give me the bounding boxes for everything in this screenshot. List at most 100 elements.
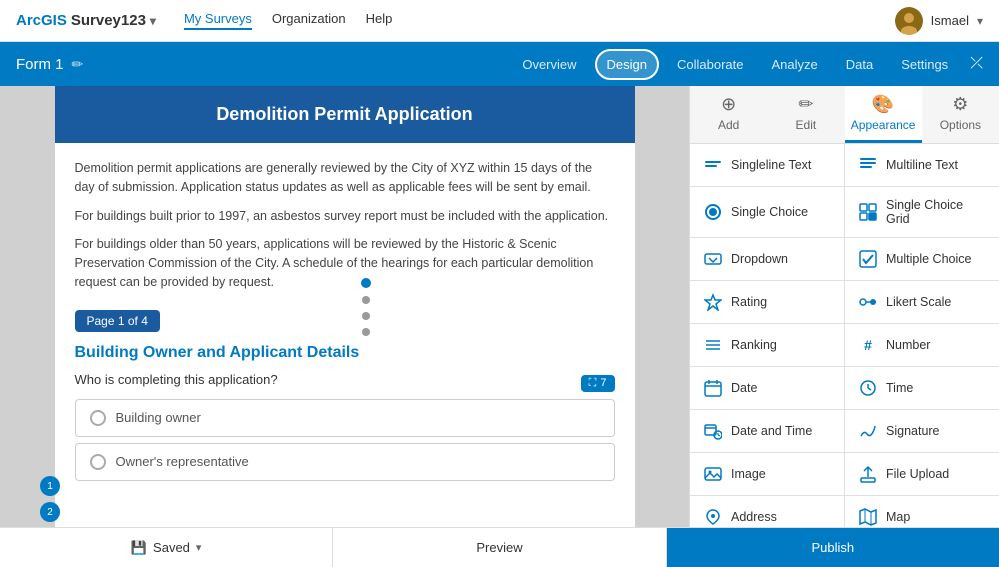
tab-edit[interactable]: ✏ Edit [767,86,844,143]
nav-analyze[interactable]: Analyze [761,51,827,78]
date-and-time-icon [703,421,723,441]
nav-organization[interactable]: Organization [272,11,346,30]
survey-desc-3: For buildings older than 50 years, appli… [75,235,615,291]
survey-desc-2: For buildings built prior to 1997, an as… [75,207,615,226]
tool-address[interactable]: Address [690,496,844,527]
singleline-text-icon [703,155,723,175]
tool-singleline-text[interactable]: Singleline Text [690,144,844,186]
radio-label-1: Building owner [116,410,201,425]
appearance-icon: 🎨 [872,94,894,115]
tool-number[interactable]: # Number [845,324,999,366]
nav-data[interactable]: Data [836,51,883,78]
nav-collaborate[interactable]: Collaborate [667,51,754,78]
main-layout: 1 2 Demolition Permit Application Demoli… [0,86,999,527]
user-name: Ismael [931,13,969,28]
share-icon[interactable]: ⤫ [970,55,983,73]
number-icon: # [858,335,878,355]
tool-date-and-time[interactable]: Date and Time [690,410,844,452]
bottom-bar: 💾 Saved ▾ Preview Publish [0,527,999,567]
tab-appearance[interactable]: 🎨 Appearance [845,86,922,143]
tool-file-upload[interactable]: File Upload [845,453,999,495]
tool-rating-label: Rating [731,295,767,309]
tool-signature[interactable]: Signature [845,410,999,452]
top-navigation: ArcGIS Survey123 ▾ My Surveys Organizati… [0,0,999,42]
radio-option-1[interactable]: Building owner [75,399,615,437]
nav-my-surveys[interactable]: My Surveys [184,11,252,30]
radio-circle-1 [90,410,106,426]
tab-add-label: Add [718,118,739,132]
tab-options-label: Options [940,118,981,132]
address-icon [703,507,723,527]
preview-button[interactable]: Preview [333,528,666,567]
panel-tabs: ⊕ Add ✏ Edit 🎨 Appearance ⚙ Options [690,86,999,144]
tab-edit-label: Edit [796,118,817,132]
tool-single-choice-label: Single Choice [731,205,808,219]
rating-icon [703,292,723,312]
tool-likert-scale-label: Likert Scale [886,295,951,309]
nav-right-section: Ismael ▾ [895,7,983,35]
tool-ranking[interactable]: Ranking [690,324,844,366]
tool-multiline-text[interactable]: Multiline Text [845,144,999,186]
tool-time[interactable]: Time [845,367,999,409]
question-badge: ⛶ 7 [581,375,615,392]
file-upload-icon [858,464,878,484]
multiple-choice-icon [858,249,878,269]
user-dropdown-icon[interactable]: ▾ [977,14,983,28]
nav-overview[interactable]: Overview [512,51,586,78]
tool-date-and-time-label: Date and Time [731,424,812,438]
tab-add[interactable]: ⊕ Add [690,86,767,143]
tool-single-choice-grid-label: Single Choice Grid [886,198,986,226]
tab-appearance-label: Appearance [851,118,916,132]
dropdown-icon [703,249,723,269]
main-nav-links: My Surveys Organization Help [184,11,392,30]
tool-image[interactable]: Image [690,453,844,495]
avatar [895,7,923,35]
saved-dropdown-icon[interactable]: ▾ [196,541,202,554]
nav-design[interactable]: Design [595,49,659,80]
tool-date[interactable]: Date [690,367,844,409]
signature-icon [858,421,878,441]
tool-multiple-choice[interactable]: Multiple Choice [845,238,999,280]
survey-title: Demolition Permit Application [55,86,635,143]
survey-desc-1: Demolition permit applications are gener… [75,159,615,197]
single-choice-icon [703,202,723,222]
tool-dropdown[interactable]: Dropdown [690,238,844,280]
time-icon [858,378,878,398]
tool-rating[interactable]: Rating [690,281,844,323]
question-1-text: Who is completing this application? [75,372,278,387]
edit-icon: ✏ [798,94,813,115]
scroll-dot-1 [362,296,370,304]
badge-icon: ⛶ [589,377,597,390]
tool-likert-scale[interactable]: Likert Scale [845,281,999,323]
tool-single-choice-grid[interactable]: Single Choice Grid [845,187,999,237]
logo-survey123: Survey123 [71,12,146,29]
tab-options[interactable]: ⚙ Options [922,86,999,143]
tool-multiline-text-label: Multiline Text [886,158,958,172]
edit-title-icon[interactable]: ✏ [72,56,84,73]
nav-help[interactable]: Help [366,11,393,30]
tool-ranking-label: Ranking [731,338,777,352]
left-panel: 1 2 Demolition Permit Application Demoli… [0,86,689,527]
preview-label: Preview [476,540,522,555]
survey-body: Demolition permit applications are gener… [55,143,635,503]
form-nav: Overview Design Collaborate Analyze Data… [512,49,983,80]
tool-number-label: Number [886,338,930,352]
nav-settings[interactable]: Settings [891,51,958,78]
tool-signature-label: Signature [886,424,940,438]
scroll-dot-active [361,278,371,288]
logo-dropdown-icon[interactable]: ▾ [150,14,156,28]
radio-option-2[interactable]: Owner's representative [75,443,615,481]
page-number-2: 2 [40,502,60,522]
saved-label: Saved [153,540,190,555]
tool-single-choice[interactable]: Single Choice [690,187,844,237]
form-header: Form 1 ✏ Overview Design Collaborate Ana… [0,42,999,86]
likert-scale-icon [858,292,878,312]
scroll-dot-2 [362,312,370,320]
publish-button[interactable]: Publish [667,528,999,567]
saved-button[interactable]: 💾 Saved ▾ [0,528,333,567]
tool-map[interactable]: Map [845,496,999,527]
date-icon [703,378,723,398]
tool-file-upload-label: File Upload [886,467,949,481]
tool-time-label: Time [886,381,913,395]
map-icon [858,507,878,527]
